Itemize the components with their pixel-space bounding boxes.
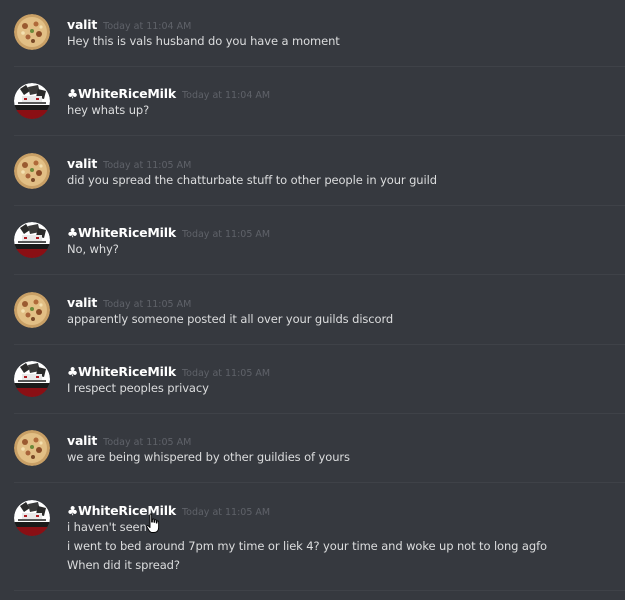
- message-divider: [14, 344, 625, 345]
- message-text: When did it spread?: [67, 558, 180, 572]
- hand-pointer-icon: [146, 513, 160, 533]
- message-header: valit Today at 11:04 AM: [67, 14, 191, 33]
- message-divider: [14, 482, 625, 483]
- username[interactable]: ♣WhiteRiceMilk: [67, 225, 176, 240]
- anime-avatar[interactable]: [14, 361, 50, 397]
- message-divider: [14, 205, 625, 206]
- message-text: I respect peoples privacy: [67, 381, 209, 395]
- message-header: valit Today at 11:05 AM: [67, 292, 191, 311]
- message-text: Hey this is vals husband do you have a m…: [67, 34, 340, 48]
- message-header: valit Today at 11:05 AM: [67, 430, 191, 449]
- message-group: valit Today at 11:05 AM we are being whis…: [0, 430, 625, 482]
- timestamp: Today at 11:05 AM: [181, 368, 271, 379]
- message-group: ♣WhiteRiceMilk Today at 11:05 AM I respec…: [0, 361, 625, 413]
- message-divider: [14, 413, 625, 414]
- pizza-avatar[interactable]: [14, 292, 50, 328]
- message-text: hey whats up?: [67, 103, 150, 117]
- pizza-avatar[interactable]: [14, 14, 50, 50]
- message-divider: [14, 66, 625, 67]
- message-group: valit Today at 11:05 AM did you spread th…: [0, 153, 625, 205]
- message-text: i went to bed around 7pm my time or liek…: [67, 539, 547, 553]
- pizza-avatar[interactable]: [14, 153, 50, 189]
- timestamp: Today at 11:05 AM: [181, 229, 271, 240]
- timestamp: Today at 11:05 AM: [103, 299, 192, 310]
- message-group: valit Today at 11:05 AM apparently someon…: [0, 292, 625, 344]
- message-text: we are being whispered by other guildies…: [67, 450, 350, 464]
- message-group: ♣WhiteRiceMilk Today at 11:05 AM i haven'…: [0, 500, 625, 590]
- message-group: ♣WhiteRiceMilk Today at 11:05 AM No, why?: [0, 222, 625, 274]
- timestamp: Today at 11:04 AM: [181, 90, 271, 101]
- anime-avatar[interactable]: [14, 222, 50, 258]
- message-header: ♣WhiteRiceMilk Today at 11:05 AM: [67, 222, 270, 241]
- username[interactable]: valit: [67, 295, 97, 310]
- timestamp: Today at 11:05 AM: [181, 507, 271, 518]
- message-header: valit Today at 11:05 AM: [67, 153, 191, 172]
- username[interactable]: valit: [67, 17, 97, 32]
- message-group: ♣WhiteRiceMilk Today at 11:04 AM hey what…: [0, 83, 625, 135]
- message-header: ♣WhiteRiceMilk Today at 11:05 AM: [67, 500, 270, 519]
- message-divider: [14, 135, 625, 136]
- message-header: ♣WhiteRiceMilk Today at 11:05 AM: [67, 361, 270, 380]
- message-divider: [14, 274, 625, 275]
- timestamp: Today at 11:05 AM: [103, 437, 192, 448]
- timestamp: Today at 11:05 AM: [103, 160, 192, 171]
- message-text: i haven't seen: [67, 520, 147, 534]
- username[interactable]: ♣WhiteRiceMilk: [67, 86, 176, 101]
- message-text: No, why?: [67, 242, 119, 256]
- anime-avatar[interactable]: [14, 500, 50, 536]
- username[interactable]: valit: [67, 433, 97, 448]
- anime-avatar[interactable]: [14, 83, 50, 119]
- message-header: ♣WhiteRiceMilk Today at 11:04 AM: [67, 83, 270, 102]
- username[interactable]: valit: [67, 156, 97, 171]
- message-group: valit Today at 11:04 AM Hey this is vals …: [0, 14, 625, 66]
- message-text: apparently someone posted it all over yo…: [67, 312, 394, 326]
- message-divider: [14, 590, 625, 591]
- pizza-avatar[interactable]: [14, 430, 50, 466]
- message-text: did you spread the chatturbate stuff to …: [67, 173, 437, 187]
- username[interactable]: ♣WhiteRiceMilk: [67, 364, 176, 379]
- chat-message-list: valit Today at 11:04 AM Hey this is vals …: [0, 0, 625, 600]
- timestamp: Today at 11:04 AM: [103, 21, 192, 32]
